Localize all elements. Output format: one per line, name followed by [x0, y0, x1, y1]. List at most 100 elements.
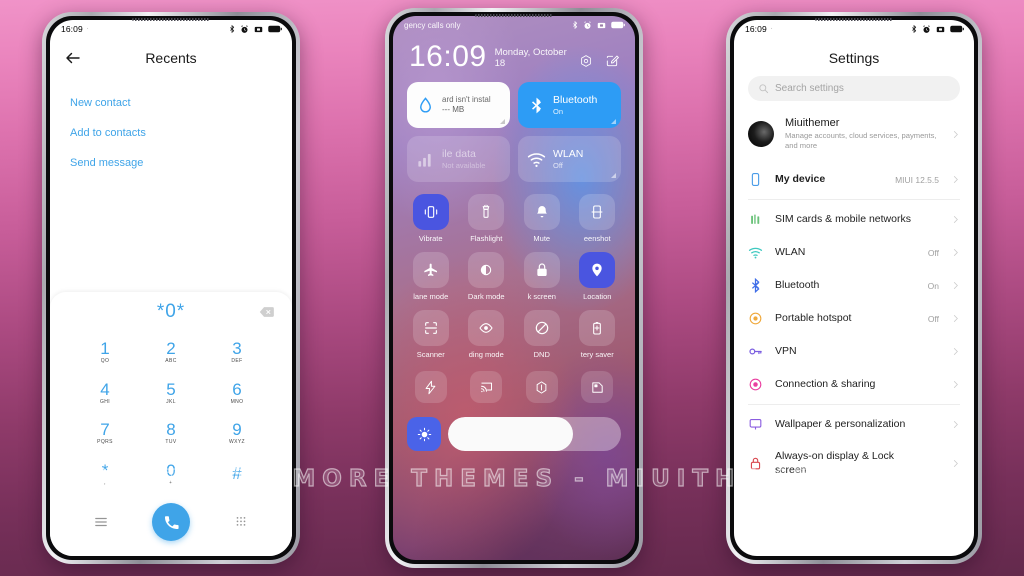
toggle-battery-saver-button[interactable]	[579, 310, 616, 346]
action-add-to-contacts[interactable]: Add to contacts	[70, 120, 272, 150]
tile-mobile-data[interactable]: ile data Not available	[407, 136, 510, 182]
toggle-reading-mode[interactable]: ding mode	[461, 310, 513, 359]
settings-item-label: Bluetooth	[775, 278, 820, 291]
status-time: 16:09	[61, 24, 83, 34]
key-star[interactable]: *,	[72, 454, 138, 495]
settings-item-vpn[interactable]: VPN	[734, 335, 974, 368]
settings-item-my-device[interactable]: My device MIUI 12.5.5	[734, 163, 974, 196]
battery-icon	[611, 21, 625, 29]
key-7[interactable]: 7 PQRS	[72, 413, 138, 454]
key-4[interactable]: 4 GHI	[72, 373, 138, 414]
settings-item-value: On	[927, 280, 939, 291]
settings-item-sim-cards[interactable]: SIM cards & mobile networks	[734, 203, 974, 236]
key-9[interactable]: 9 WXYZ	[204, 413, 270, 454]
toggle-mute[interactable]: Mute	[516, 194, 568, 243]
tile-sd-card-text: ard isn't instal --- MB	[442, 95, 491, 115]
toggle-scanner[interactable]: Scanner	[405, 310, 457, 359]
phone-center-bezel: gency calls only 16:09 Monday, October 1…	[389, 12, 639, 564]
tile-sd-card[interactable]: ard isn't instal --- MB	[407, 82, 510, 128]
brightness-auto-button[interactable]	[407, 417, 441, 451]
search-settings-field[interactable]: Search settings	[748, 76, 960, 101]
hotspot-icon	[748, 311, 763, 326]
action-send-message[interactable]: Send message	[70, 150, 272, 180]
backspace-icon[interactable]	[259, 307, 274, 318]
back-arrow-icon[interactable]	[64, 49, 82, 67]
settings-item-wlan[interactable]: WLAN Off	[734, 236, 974, 269]
key-8[interactable]: 8 TUV	[138, 413, 204, 454]
toggle-flashlight[interactable]: Flashlight	[461, 194, 513, 243]
toggle-reading-mode-button[interactable]	[468, 310, 505, 346]
toggle-flashlight-button[interactable]	[468, 194, 505, 230]
location-pin-icon	[592, 263, 602, 277]
toggle-vibrate-label: Vibrate	[418, 234, 443, 243]
toggle-lock-screen[interactable]: k screen	[516, 252, 568, 301]
toggle-location[interactable]: Location	[572, 252, 624, 301]
status-bar-center: gency calls only	[393, 16, 635, 34]
status-dot-icon: ·	[86, 26, 89, 32]
key-hash[interactable]: #	[204, 454, 270, 495]
toggle-battery-saver[interactable]: tery saver	[572, 310, 624, 359]
avatar	[748, 121, 774, 148]
key-1[interactable]: 1 QO	[72, 332, 138, 373]
toggle-screenshot-button[interactable]	[579, 194, 616, 230]
control-center-header-icons	[579, 54, 619, 72]
alarm-icon	[923, 24, 930, 33]
settings-item-connection-sharing[interactable]: Connection & sharing	[734, 368, 974, 401]
toggle-dnd[interactable]: DND	[516, 310, 568, 359]
key-letters: DEF	[231, 358, 243, 365]
tile-resize-corner-icon	[500, 119, 505, 124]
status-dot-icon: ·	[770, 26, 773, 32]
account-subtitle: Manage accounts, cloud services, payment…	[785, 130, 937, 151]
chevron-right-icon	[953, 130, 958, 138]
status-bar-left: 16:09 ·	[50, 20, 292, 38]
settings-account-row[interactable]: Miuithemer Manage accounts, cloud servic…	[734, 105, 974, 163]
toggle-lightning[interactable]	[414, 371, 447, 403]
toggle-dark-mode-button[interactable]	[468, 252, 505, 288]
toggle-dark-mode[interactable]: Dark mode	[461, 252, 513, 301]
toggle-screenshot[interactable]: eenshot	[572, 194, 624, 243]
keypad-dots-icon[interactable]	[234, 515, 248, 529]
settings-item-portable-hotspot[interactable]: Portable hotspot Off	[734, 302, 974, 335]
toggle-cast[interactable]	[470, 371, 503, 403]
key-2[interactable]: 2 ABC	[138, 332, 204, 373]
key-6[interactable]: 6 MNO	[204, 373, 270, 414]
toggle-location-button[interactable]	[579, 252, 616, 288]
toggle-scanner-button[interactable]	[412, 310, 449, 346]
toggle-vibrate-button[interactable]	[412, 194, 449, 230]
toggle-airplane-mode-button[interactable]	[412, 252, 449, 288]
toggle-airplane-mode[interactable]: lane mode	[405, 252, 457, 301]
settings-item-wallpaper[interactable]: Wallpaper & personalization	[734, 408, 974, 441]
settings-gear-icon[interactable]	[579, 54, 593, 68]
status-bar-right-group	[228, 24, 282, 34]
page-title: Recents	[145, 50, 197, 66]
key-0[interactable]: 0 +	[138, 454, 204, 495]
settings-item-bluetooth[interactable]: Bluetooth On	[734, 269, 974, 302]
battery-saver-icon	[593, 322, 602, 335]
toggle-vibrate[interactable]: Vibrate	[405, 194, 457, 243]
call-button[interactable]	[152, 503, 190, 541]
key-5[interactable]: 5 JKL	[138, 373, 204, 414]
dialpad-grid: 1 QO 2 ABC 3 DEF 4 GHI 5 JKL 6 MNO 7 PQRS 8 TUV …	[50, 332, 292, 494]
status-bar-right: 16:09 ·	[734, 20, 974, 38]
key-3[interactable]: 3 DEF	[204, 332, 270, 373]
key-letters: WXYZ	[228, 439, 246, 446]
menu-lines-icon[interactable]	[94, 515, 108, 529]
settings-item-always-on-display[interactable]: Always-on display & Lock screen	[734, 441, 974, 486]
status-bar-left-group: 16:09 ·	[61, 24, 89, 34]
toggle-lock-screen-button[interactable]	[523, 252, 560, 288]
dialpad-bottom-bar	[50, 494, 292, 556]
phone-left: 16:09 · Recents New contact Add to conta…	[42, 12, 300, 564]
tile-wlan[interactable]: WLAN Off	[518, 136, 621, 182]
toggle-pip-window[interactable]	[581, 371, 614, 403]
brightness-slider[interactable]	[448, 417, 621, 451]
phone-center-screen: gency calls only 16:09 Monday, October 1…	[393, 16, 635, 560]
toggle-mute-button[interactable]	[523, 194, 560, 230]
toggle-dnd-button[interactable]	[523, 310, 560, 346]
tile-bluetooth[interactable]: Bluetooth On	[518, 82, 621, 128]
status-time: 16:09	[745, 24, 767, 34]
toggle-hexagon-slash[interactable]	[525, 371, 558, 403]
page-title: Settings	[828, 50, 880, 66]
action-new-contact[interactable]: New contact	[70, 90, 272, 120]
flashlight-icon	[482, 204, 490, 218]
edit-pencil-icon[interactable]	[605, 54, 619, 68]
